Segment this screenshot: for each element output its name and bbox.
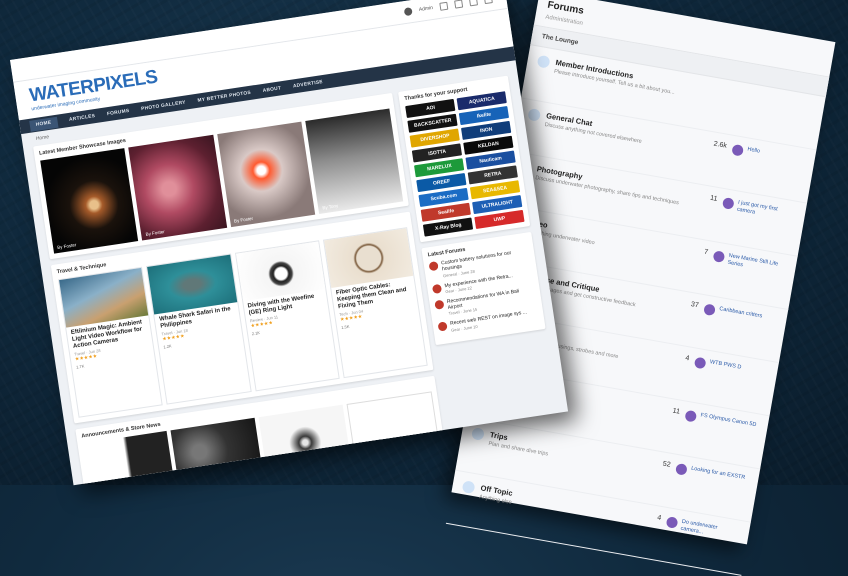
poster-avatar bbox=[437, 321, 449, 332]
settings-icon[interactable] bbox=[468, 0, 479, 7]
image-caption: By Foster bbox=[56, 242, 77, 251]
article-card[interactable]: Fiber Optic Cables: Keeping them Clean a… bbox=[323, 227, 429, 379]
forum-post-count: 37 bbox=[690, 301, 700, 310]
showcase-image[interactable]: By Foster bbox=[128, 134, 227, 241]
showcase-image[interactable]: By Tony bbox=[305, 108, 404, 214]
article-card[interactable]: Whale Shark Safari in the Philippines Tra… bbox=[146, 253, 252, 405]
last-poster-avatar[interactable] bbox=[731, 143, 745, 157]
forum-post-count: 4 bbox=[684, 354, 690, 363]
last-poster-avatar[interactable] bbox=[665, 516, 679, 529]
forum-icon bbox=[471, 427, 485, 441]
bell-icon[interactable] bbox=[454, 0, 464, 9]
forum-post-count: 11 bbox=[709, 194, 718, 203]
article-card[interactable]: Eftiinium Magic: Ambient Light Video Wor… bbox=[57, 266, 164, 418]
last-poster-avatar[interactable] bbox=[703, 303, 716, 317]
image-caption: By Foster bbox=[145, 229, 166, 237]
poster-avatar bbox=[432, 283, 443, 294]
forum-post-count: 52 bbox=[662, 460, 672, 469]
last-poster-avatar[interactable] bbox=[693, 356, 707, 370]
poster-avatar bbox=[428, 260, 440, 272]
forum-icon bbox=[536, 54, 551, 69]
last-post-title[interactable]: FS Olympus Canon 5D bbox=[700, 412, 758, 429]
poster-avatar bbox=[434, 299, 445, 310]
view-count: 1.5K bbox=[340, 323, 350, 330]
forum-icon bbox=[527, 107, 542, 122]
last-poster-avatar[interactable] bbox=[712, 250, 726, 263]
last-post-title[interactable]: Caribbean critters bbox=[719, 306, 777, 323]
nav-item[interactable]: FORUMS bbox=[107, 108, 130, 116]
view-count: 1.2K bbox=[163, 343, 172, 350]
nav-item[interactable]: ABOUT bbox=[262, 86, 281, 94]
username[interactable]: Admin bbox=[418, 5, 433, 13]
forum-post-count: 2.6k bbox=[713, 140, 728, 150]
last-poster-avatar[interactable] bbox=[684, 409, 698, 423]
image-caption: By Foster bbox=[233, 215, 254, 224]
last-poster-avatar[interactable] bbox=[721, 197, 735, 210]
image-caption: By Tony bbox=[322, 203, 339, 211]
forum-post-count: 11 bbox=[672, 407, 681, 416]
view-count: 1.7K bbox=[75, 363, 85, 370]
showcase-image[interactable]: By Foster bbox=[216, 121, 316, 228]
last-post-title[interactable]: I just got my first camera bbox=[736, 200, 796, 224]
article-card[interactable]: Diving with the Weefine (GE) Ring Light R… bbox=[234, 240, 340, 392]
last-post-title[interactable]: WTB PWS D bbox=[709, 359, 767, 376]
sponsors-panel: Thanks for your support AOI AQUATICA BACKS… bbox=[398, 75, 531, 243]
view-count: 2.1K bbox=[251, 329, 261, 337]
forum-post-count bbox=[787, 99, 809, 103]
waterpixels-homepage-printout: Admin WATERPIXELS underwater imaging com… bbox=[10, 0, 569, 486]
last-poster-avatar[interactable] bbox=[675, 462, 688, 476]
showcase-image[interactable]: By Foster bbox=[40, 148, 139, 254]
last-post-title[interactable]: New Marine Still Life Series bbox=[727, 253, 787, 277]
forum-post-count: 4 bbox=[656, 514, 662, 522]
last-post-title[interactable]: Do underwater camera... bbox=[680, 519, 740, 543]
last-post-title[interactable]: Looking for an EXSTR bbox=[690, 466, 748, 483]
forum-post-count: 7 bbox=[703, 248, 709, 257]
inbox-icon[interactable] bbox=[439, 1, 449, 11]
nav-item[interactable]: ADVERTISE bbox=[293, 80, 324, 89]
avatar[interactable] bbox=[403, 7, 413, 17]
search-icon[interactable] bbox=[483, 0, 493, 5]
last-post-title[interactable]: Hello bbox=[747, 146, 805, 163]
forum-icon bbox=[461, 480, 476, 495]
nav-item[interactable]: ARTICLES bbox=[69, 114, 96, 123]
latest-forums-panel: Latest Forums Custom battery solutions f… bbox=[421, 231, 546, 345]
